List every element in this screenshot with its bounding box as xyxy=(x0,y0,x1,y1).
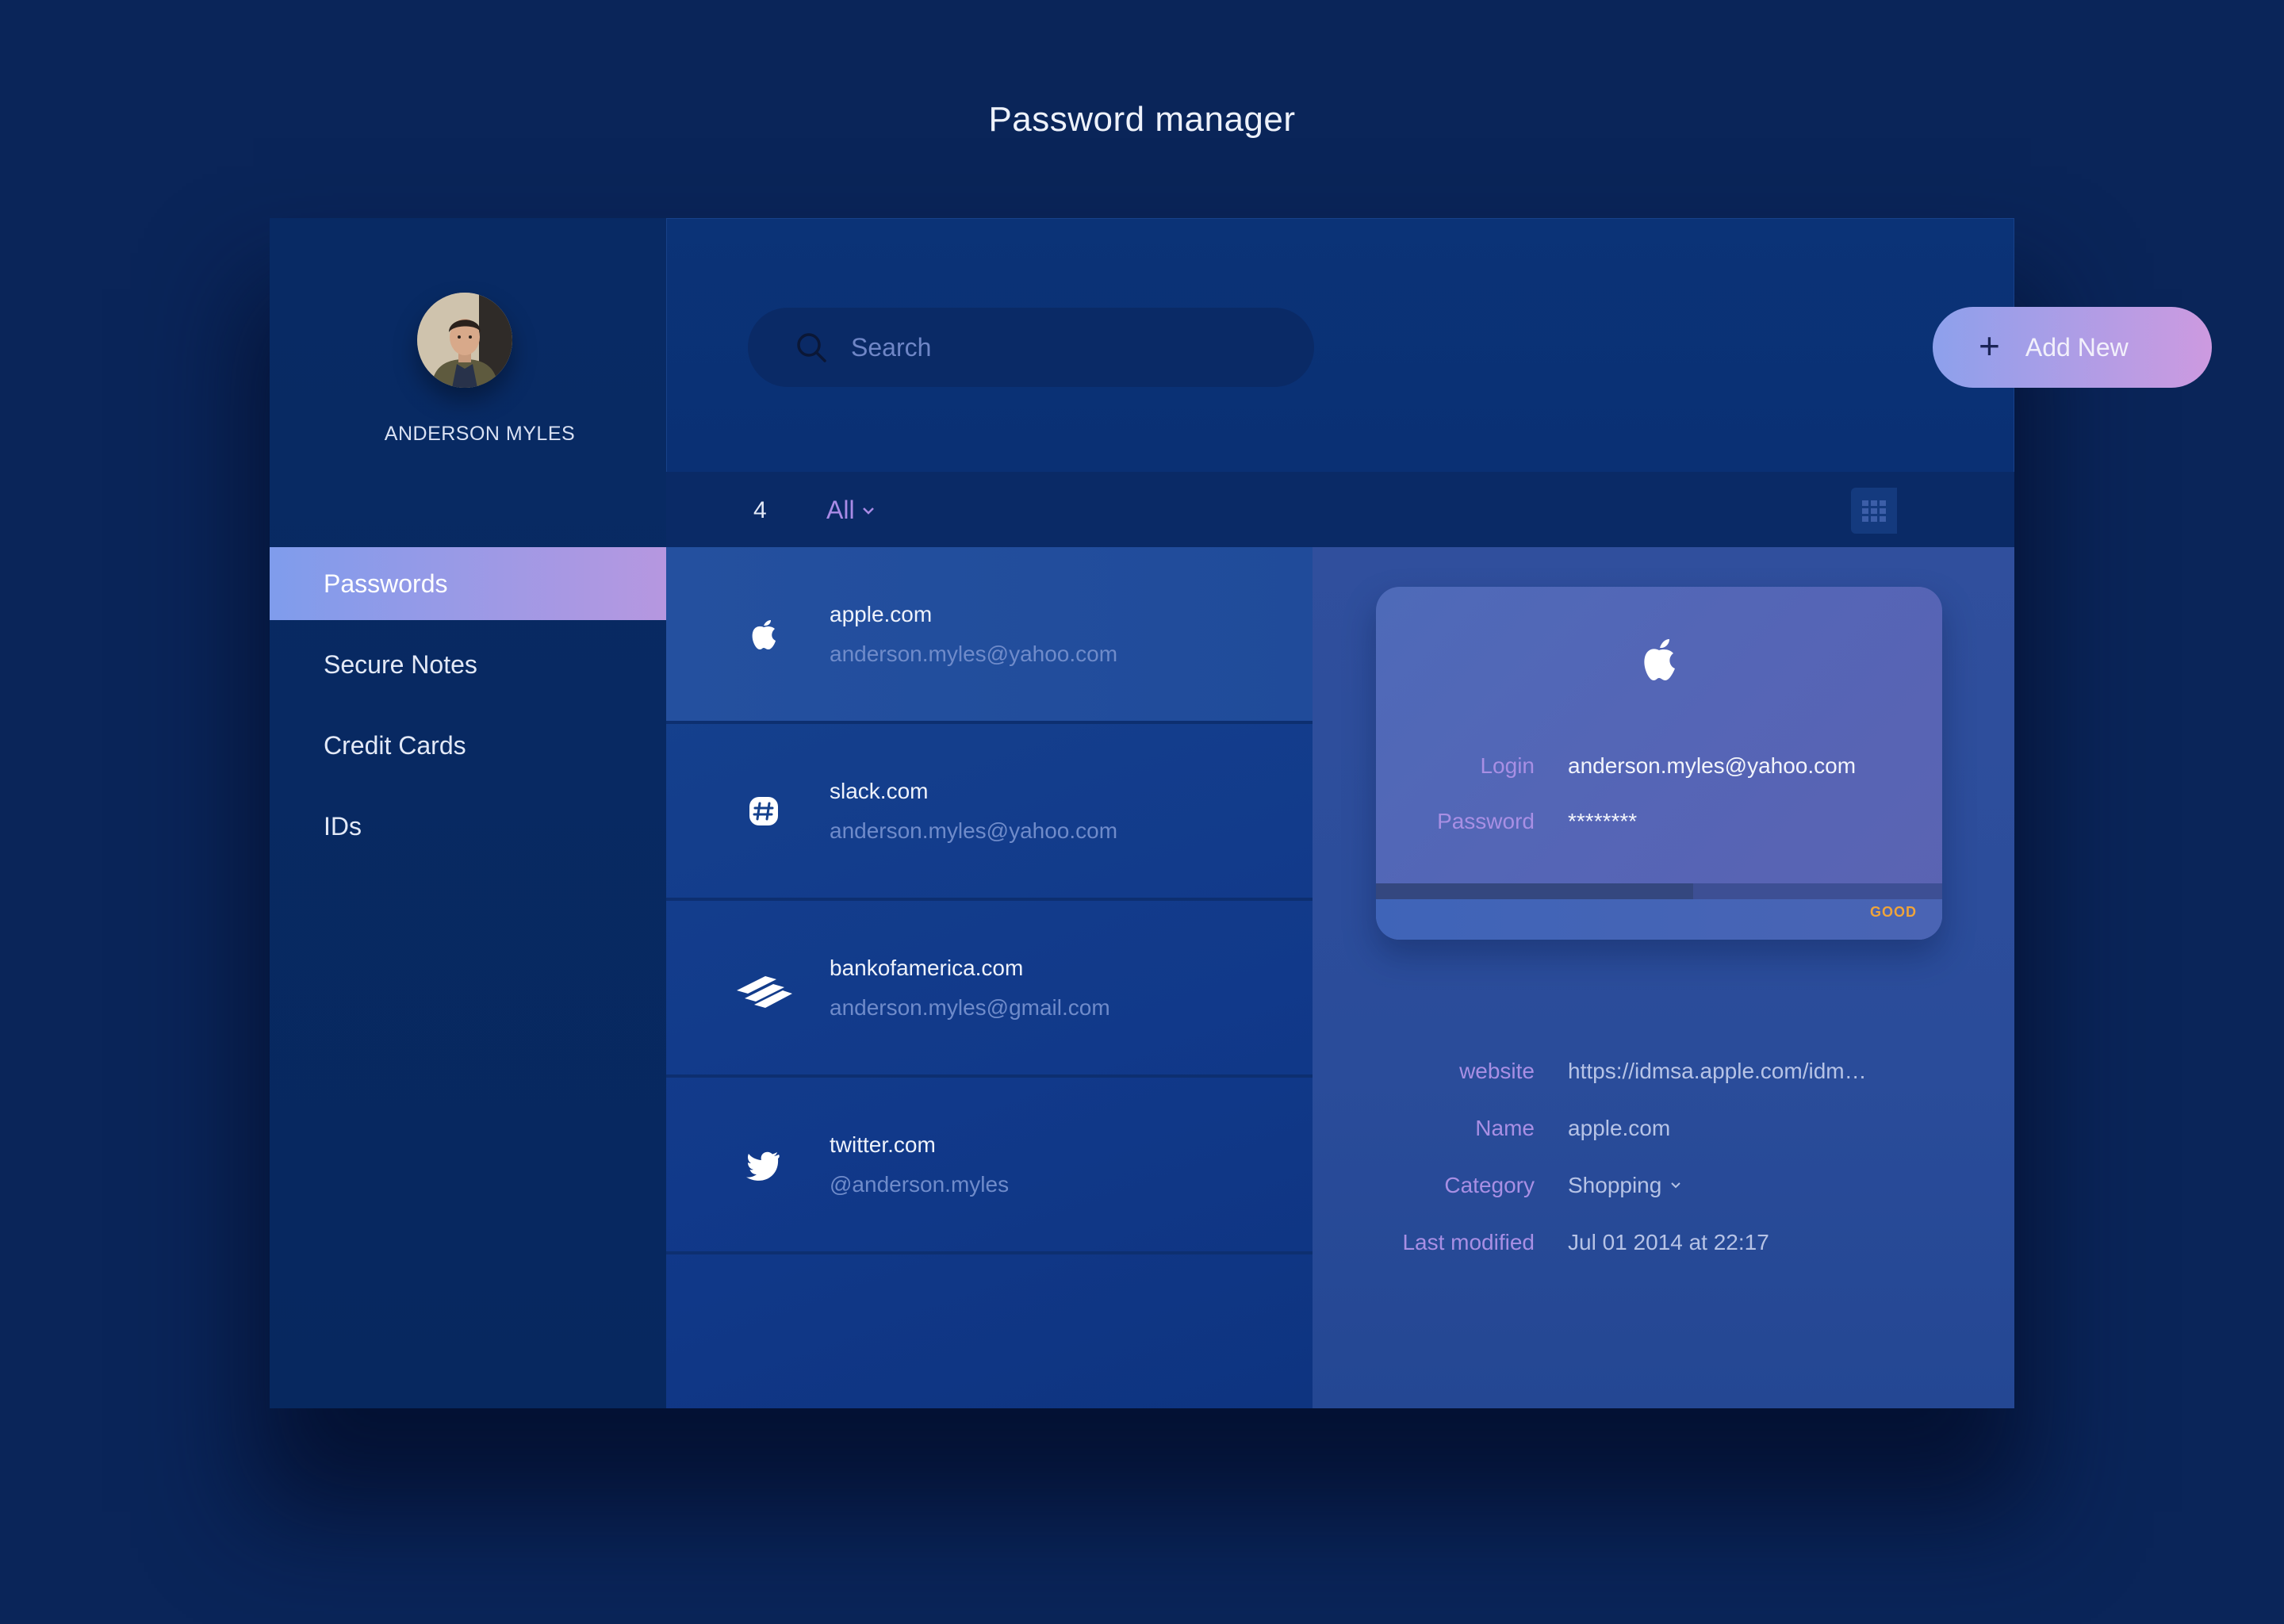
filter-selected-label: All xyxy=(826,496,855,524)
category-value: Shopping xyxy=(1568,1173,1662,1197)
login-value[interactable]: anderson.myles@yahoo.com xyxy=(1568,753,1856,779)
sidebar-item-ids[interactable]: IDs xyxy=(270,790,666,863)
sidebar: ANDERSON MYLES Passwords Secure Notes Cr… xyxy=(270,218,666,1408)
chevron-down-icon xyxy=(862,507,874,515)
list-item-apple[interactable]: apple.com anderson.myles@yahoo.com xyxy=(666,547,1313,724)
login-row: Login anderson.myles@yahoo.com xyxy=(1376,753,1942,779)
detail-meta: website https://idmsa.apple.com/idm… Nam… xyxy=(1313,1043,2014,1271)
add-new-label: Add New xyxy=(2025,332,2129,362)
last-modified-value: Jul 01 2014 at 22:17 xyxy=(1568,1230,1769,1254)
apple-icon xyxy=(1644,639,1675,680)
sidebar-item-secure-notes[interactable]: Secure Notes xyxy=(270,628,666,701)
meta-label: Category xyxy=(1444,1173,1535,1197)
credential-card: Login anderson.myles@yahoo.com Password … xyxy=(1376,587,1942,940)
grid-view-icon xyxy=(1862,500,1886,522)
password-strength-bar xyxy=(1376,883,1942,899)
sidebar-item-passwords[interactable]: Passwords xyxy=(270,547,666,620)
login-label: Login xyxy=(1480,753,1535,778)
user-name: ANDERSON MYLES xyxy=(384,423,576,445)
password-label: Password xyxy=(1437,809,1535,833)
slack-icon xyxy=(728,776,799,847)
meta-row-last-modified: Last modified Jul 01 2014 at 22:17 xyxy=(1313,1214,2014,1271)
website-link[interactable]: https://idmsa.apple.com/idm… xyxy=(1568,1059,1867,1084)
list-item-site: twitter.com xyxy=(830,1132,936,1157)
search-input[interactable] xyxy=(851,332,1295,362)
search-bar[interactable] xyxy=(748,308,1314,387)
password-list: apple.com anderson.myles@yahoo.com slack… xyxy=(666,547,1313,1408)
header: + Add New xyxy=(666,218,2212,472)
category-filter-dropdown[interactable]: All xyxy=(826,496,876,525)
list-item-site: bankofamerica.com xyxy=(830,955,1024,980)
password-value[interactable]: ******** xyxy=(1568,809,1637,834)
card-footer xyxy=(1376,899,1942,940)
meta-row-website: website https://idmsa.apple.com/idm… xyxy=(1313,1043,2014,1100)
list-toolbar: 4 All xyxy=(666,472,2014,547)
password-strength-fill xyxy=(1376,883,1693,899)
page-title: Password manager xyxy=(988,100,1296,139)
meta-label: Last modified xyxy=(1402,1230,1535,1254)
plus-icon: + xyxy=(1979,325,2000,366)
list-item-username: anderson.myles@yahoo.com xyxy=(830,818,1118,843)
apple-icon xyxy=(728,599,799,670)
list-item-slack[interactable]: slack.com anderson.myles@yahoo.com xyxy=(666,724,1313,901)
password-strength-label: GOOD xyxy=(1869,904,1917,920)
meta-row-category: Category Shopping xyxy=(1313,1157,2014,1214)
list-item-twitter[interactable]: twitter.com @anderson.myles xyxy=(666,1078,1313,1254)
bankofamerica-icon xyxy=(728,952,799,1024)
avatar-photo-icon xyxy=(417,293,512,388)
list-item-site: apple.com xyxy=(830,601,933,626)
view-toggle xyxy=(1851,488,1943,534)
name-value: apple.com xyxy=(1568,1116,1671,1140)
meta-row-name: Name apple.com xyxy=(1313,1100,2014,1157)
category-dropdown[interactable]: Shopping xyxy=(1568,1173,1682,1198)
list-item-username: anderson.myles@yahoo.com xyxy=(830,641,1118,666)
sidebar-nav: Passwords Secure Notes Credit Cards IDs xyxy=(270,547,666,871)
list-item-bankofamerica[interactable]: bankofamerica.com anderson.myles@gmail.c… xyxy=(666,901,1313,1078)
grid-view-button[interactable] xyxy=(1851,488,1897,534)
meta-label: Name xyxy=(1475,1116,1535,1140)
add-new-button[interactable]: + Add New xyxy=(1933,307,2212,388)
app-window: ANDERSON MYLES Passwords Secure Notes Cr… xyxy=(270,218,2212,1408)
item-count: 4 xyxy=(753,497,767,523)
list-item-username: @anderson.myles xyxy=(830,1171,1010,1197)
twitter-icon xyxy=(728,1129,799,1201)
password-row: Password ******** xyxy=(1376,809,1942,834)
meta-label: website xyxy=(1459,1059,1535,1083)
search-icon xyxy=(797,333,826,362)
list-item-site: slack.com xyxy=(830,778,929,803)
chevron-down-icon xyxy=(1671,1182,1681,1189)
list-item-username: anderson.myles@gmail.com xyxy=(830,994,1110,1020)
detail-panel: Login anderson.myles@yahoo.com Password … xyxy=(1313,547,2014,1408)
user-avatar[interactable] xyxy=(417,293,512,388)
sidebar-item-credit-cards[interactable]: Credit Cards xyxy=(270,709,666,782)
